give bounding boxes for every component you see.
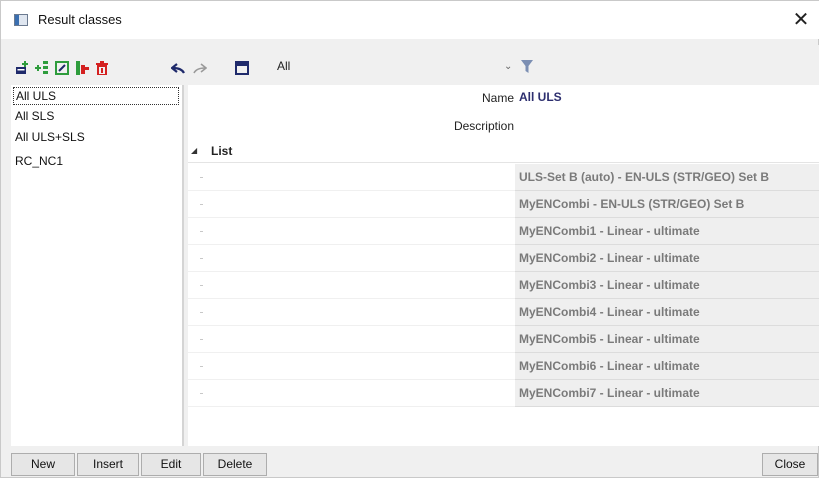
list-row-gutter [188,326,515,353]
list-section-label: List [211,144,233,158]
close-window-icon[interactable]: ✕ [790,7,812,31]
result-class-item[interactable]: All SLS [13,108,54,126]
delete-class-icon[interactable] [95,61,109,75]
result-class-item[interactable]: RC_NC1 [13,153,63,171]
list-item[interactable]: MyENCombi4 - Linear - ultimate [515,299,819,326]
list-row-gutter [188,299,515,326]
collapse-triangle-icon[interactable]: ◢ [191,146,197,155]
result-classes-dialog: Result classes ✕ All ⌄ All ULS All SLS A… [0,0,819,478]
insert-class-icon[interactable] [35,61,49,75]
delete-button[interactable]: Delete [203,453,267,476]
list-row-gutter [188,272,515,299]
description-label: Description [453,119,514,133]
chevron-down-icon[interactable]: ⌄ [504,61,512,72]
list-row-gutter [188,218,515,245]
list-item[interactable]: MyENCombi - EN-ULS (STR/GEO) Set B [515,191,819,218]
edit-button[interactable]: Edit [141,453,201,476]
new-class-icon[interactable] [15,61,29,75]
list-row-gutter [188,245,515,272]
undo-icon[interactable] [171,61,185,75]
list-row-gutter [188,380,515,407]
edit-class-icon[interactable] [55,61,69,75]
splitter[interactable] [182,85,184,446]
new-button[interactable]: New [11,453,75,476]
window-title: Result classes [38,12,122,27]
list-item[interactable]: MyENCombi3 - Linear - ultimate [515,272,819,299]
result-class-list: All ULS All SLS All ULS+SLS RC_NC1 [11,85,182,446]
close-button[interactable]: Close [762,453,818,476]
title-bar: Result classes ✕ [1,1,819,39]
list-row-gutter [188,353,515,380]
list-item[interactable]: MyENCombi1 - Linear - ultimate [515,218,819,245]
filter-icon[interactable] [521,60,533,73]
list-row-gutter [188,191,515,218]
list-item[interactable]: MyENCombi2 - Linear - ultimate [515,245,819,272]
list-section-header[interactable]: ◢ List [188,139,819,163]
redo-icon[interactable] [193,61,207,75]
list-row-gutter [188,164,515,191]
property-grid: Name All ULS Description ◢ List ULS-Set … [188,85,819,446]
insert-button[interactable]: Insert [77,453,139,476]
name-value[interactable]: All ULS [519,90,562,104]
result-class-item[interactable]: All ULS [13,87,179,105]
window-icon[interactable] [235,61,249,75]
name-label: Name [481,91,514,105]
result-class-item[interactable]: All ULS+SLS [13,129,85,147]
filter-dropdown[interactable]: All ⌄ [277,59,597,77]
list-item[interactable]: MyENCombi7 - Linear - ultimate [515,380,819,407]
list-item[interactable]: ULS-Set B (auto) - EN-ULS (STR/GEO) Set … [515,164,819,191]
filter-value: All [277,59,291,73]
list-item[interactable]: MyENCombi6 - Linear - ultimate [515,353,819,380]
app-window-icon [14,14,28,26]
copy-class-icon[interactable] [75,61,89,75]
list-item[interactable]: MyENCombi5 - Linear - ultimate [515,326,819,353]
